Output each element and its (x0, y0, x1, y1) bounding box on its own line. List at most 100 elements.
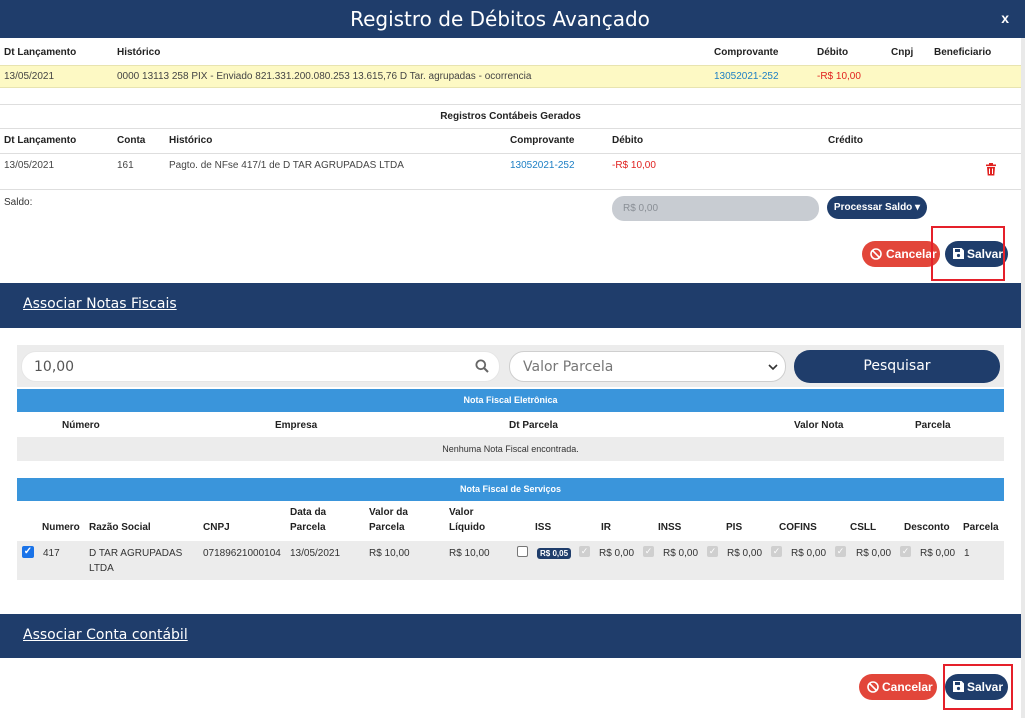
nfs-col-parcela: Parcela (963, 522, 999, 533)
nfs-parcela: 1 (964, 548, 970, 559)
nfs-col-data-1: Data da (290, 507, 327, 518)
reg-debito: -R$ 10,00 (612, 160, 656, 171)
nfs-col-pis: PIS (726, 522, 743, 533)
col-dt-lancamento: Dt Lançamento (4, 47, 77, 58)
nfs-col-liquido-1: Valor (449, 507, 474, 518)
ir-checkbox: ✓ (579, 546, 590, 557)
cancel-button-bottom[interactable]: Cancelar (859, 674, 937, 700)
nfs-liquido: R$ 10,00 (449, 548, 490, 559)
reg-col-debito: Débito (612, 135, 644, 146)
cancel-button[interactable]: Cancelar (862, 241, 940, 267)
search-input[interactable]: 10,00 (21, 351, 500, 382)
reg-date: 13/05/2021 (4, 160, 55, 171)
iss-badge: R$ 0,05 (537, 548, 572, 559)
nfs-pis: R$ 0,00 (727, 548, 763, 559)
close-icon[interactable]: x (1001, 10, 1009, 26)
col-historico: Histórico (117, 47, 161, 58)
modal-title: Registro de Débitos Avançado (350, 7, 650, 31)
desconto-checkbox: ✓ (900, 546, 911, 557)
notas-panel-header: Associar Notas Fiscais (0, 283, 1021, 328)
nfe-title: Nota Fiscal Eletrônica (17, 389, 1004, 412)
nfs-valor: R$ 10,00 (369, 548, 410, 559)
debit-value: -R$ 10,00 (817, 71, 861, 82)
divider (0, 104, 1021, 105)
nfs-col-valor-1: Valor da (369, 507, 408, 518)
highlight-marker (943, 664, 1013, 710)
nfe-col-numero: Número (62, 420, 100, 431)
col-beneficiario: Beneficiario (934, 47, 992, 58)
nfs-col-data-2: Parcela (290, 522, 326, 533)
nfs-cofins: R$ 0,00 (791, 548, 827, 559)
nfs-col-cnpj: CNPJ (203, 522, 230, 533)
nfs-col-liquido-2: Líquido (449, 522, 486, 533)
csll-checkbox: ✓ (835, 546, 846, 557)
col-debito: Débito (817, 47, 849, 58)
nfe-col-parcela: Parcela (915, 420, 951, 431)
nfs-numero: 417 (43, 548, 60, 559)
processar-saldo-button[interactable]: Processar Saldo ▾ (827, 196, 927, 219)
nfs-col-csll: CSLL (850, 522, 877, 533)
nfs-cnpj: 07189621000104 (203, 548, 281, 559)
reg-col-historico: Histórico (169, 135, 213, 146)
reg-col-dt: Dt Lançamento (4, 135, 77, 146)
nfs-desconto: R$ 0,00 (920, 548, 956, 559)
conta-panel-header: Associar Conta contábil (0, 614, 1021, 658)
nfs-ir: R$ 0,00 (599, 548, 635, 559)
nfs-col-valor-2: Parcela (369, 522, 405, 533)
nfs-row-checkbox[interactable]: ✓ (22, 546, 34, 558)
nfs-inss: R$ 0,00 (663, 548, 699, 559)
col-cnpj: Cnpj (891, 47, 914, 58)
nfs-title: Nota Fiscal de Serviços (17, 478, 1004, 501)
nfs-razao-1: D TAR AGRUPADAS (89, 548, 183, 559)
search-icon[interactable] (475, 359, 489, 373)
cancel-label: Cancelar (886, 247, 937, 261)
saldo-field: R$ 0,00 (612, 196, 819, 221)
trash-icon[interactable] (985, 163, 997, 176)
reg-historico: Pagto. de NFse 417/1 de D TAR AGRUPADAS … (169, 160, 404, 171)
reg-col-credito: Crédito (828, 135, 863, 146)
col-comprovante: Comprovante (714, 47, 779, 58)
nfs-data: 13/05/2021 (290, 548, 341, 559)
nfs-col-desconto: Desconto (904, 522, 950, 533)
nfs-col-numero: Numero (42, 522, 80, 533)
ban-icon (867, 681, 879, 693)
debit-comprovante-link[interactable]: 13052021-252 (714, 71, 779, 82)
registros-title: Registros Contábeis Gerados (440, 111, 581, 122)
nfs-csll: R$ 0,00 (856, 548, 892, 559)
debit-historico: 0000 13113 258 PIX - Enviado 821.331.200… (117, 71, 532, 82)
cancel-label: Cancelar (882, 680, 933, 694)
iss-checkbox[interactable] (517, 546, 528, 557)
ban-icon (870, 248, 882, 260)
modal-header: Registro de Débitos Avançado x (0, 0, 1025, 38)
reg-col-conta: Conta (117, 135, 146, 146)
nfs-razao-2: LTDA (89, 563, 114, 574)
nfe-empty-text: Nenhuma Nota Fiscal encontrada. (442, 444, 579, 454)
associar-conta-link[interactable]: Associar Conta contábil (23, 627, 188, 643)
nfs-col-ir: IR (601, 522, 611, 533)
reg-conta: 161 (117, 160, 134, 171)
nfe-col-valor-nota: Valor Nota (794, 420, 844, 431)
saldo-label: Saldo: (4, 197, 33, 208)
chevron-down-icon (768, 364, 778, 371)
divider (0, 128, 1021, 129)
nfs-col-cofins: COFINS (779, 522, 817, 533)
debit-date: 13/05/2021 (4, 71, 55, 82)
highlight-marker (931, 226, 1005, 281)
scrollbar[interactable] (1021, 38, 1025, 718)
inss-checkbox: ✓ (643, 546, 654, 557)
nfs-col-razao: Razão Social (89, 522, 151, 533)
nfe-col-empresa: Empresa (275, 420, 318, 431)
nfs-col-inss: INSS (658, 522, 682, 533)
reg-col-comprovante: Comprovante (510, 135, 575, 146)
pis-checkbox: ✓ (707, 546, 718, 557)
pesquisar-button[interactable]: Pesquisar (794, 350, 1000, 383)
nfs-row (17, 541, 1004, 580)
cofins-checkbox: ✓ (771, 546, 782, 557)
nfe-col-dt-parcela: Dt Parcela (509, 420, 558, 431)
divider (0, 153, 1021, 154)
valor-parcela-select[interactable]: Valor Parcela (509, 351, 786, 382)
divider (0, 189, 1021, 190)
nfs-col-iss: ISS (535, 522, 552, 533)
associar-notas-link[interactable]: Associar Notas Fiscais (23, 296, 177, 312)
reg-comprovante-link[interactable]: 13052021-252 (510, 160, 575, 171)
